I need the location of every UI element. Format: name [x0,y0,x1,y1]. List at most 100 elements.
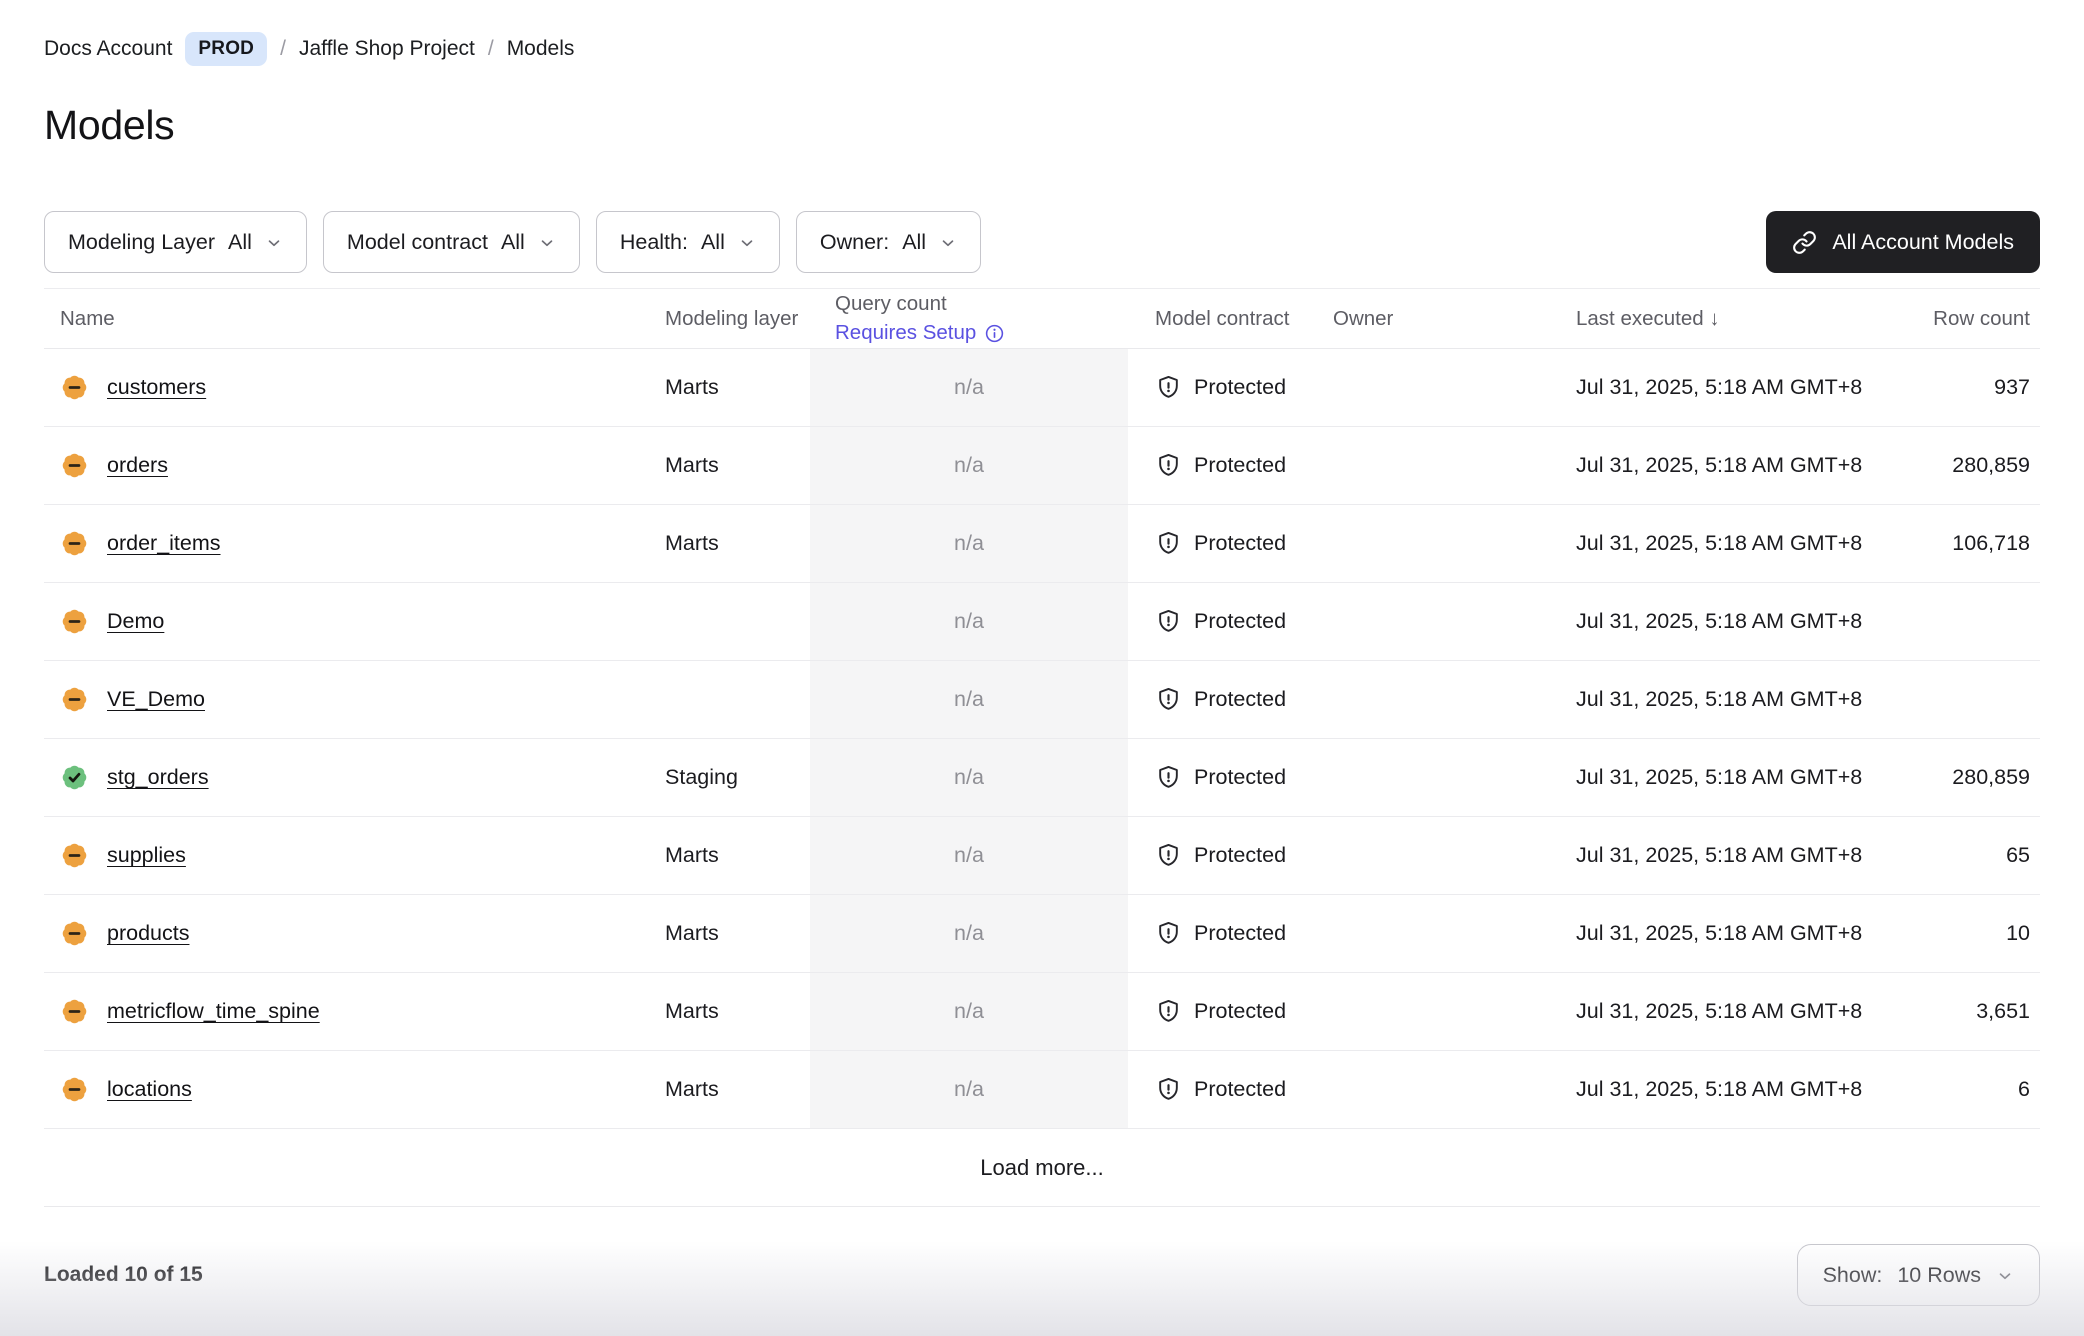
query-count-cell: n/a [810,505,1128,582]
last-executed-cell: Jul 31, 2025, 5:18 AM GMT+8 [1570,817,1890,894]
environment-badge[interactable]: PROD [185,32,267,66]
model-name-link[interactable]: stg_orders [107,765,209,790]
show-value: 10 Rows [1897,1263,1981,1288]
filter-owner[interactable]: Owner: All [796,211,981,273]
shield-icon [1155,920,1182,947]
row-count-cell: 280,859 [1890,427,2040,504]
filter-model-contract[interactable]: Model contract All [323,211,580,273]
model-name-link[interactable]: supplies [107,843,186,868]
last-executed-cell: Jul 31, 2025, 5:18 AM GMT+8 [1570,1051,1890,1128]
filter-health[interactable]: Health: All [596,211,780,273]
filter-value: All [701,230,725,255]
requires-setup-link[interactable]: Requires Setup [835,319,1128,348]
contract-label: Protected [1194,375,1286,400]
modeling-layer-cell [655,583,810,660]
name-cell: products [44,895,655,972]
filter-label: Modeling Layer [68,230,215,255]
table-row: Demo n/a Protected Jul 31, 2025, 5:18 AM… [44,583,2040,661]
header-query-count: Query count Requires Setup [810,290,1128,347]
all-account-models-button[interactable]: All Account Models [1766,211,2040,273]
table-body: customers Marts n/a Protected Jul 31, 20… [44,349,2040,1129]
contract-label: Protected [1194,843,1286,868]
shield-icon [1155,608,1182,635]
contract-label: Protected [1194,999,1286,1024]
models-page: Docs Account PROD / Jaffle Shop Project … [0,0,2084,1336]
health-status-icon [60,841,89,870]
table-footer: Loaded 10 of 15 Show: 10 Rows [44,1207,2040,1336]
breadcrumb-separator: / [488,37,494,61]
name-cell: Demo [44,583,655,660]
query-count-cell: n/a [810,1051,1128,1128]
table-row: VE_Demo n/a Protected Jul 31, 2025, 5:18… [44,661,2040,739]
page-title: Models [44,102,2040,149]
health-status-icon [60,373,89,402]
health-status-icon [60,529,89,558]
header-query-count-label: Query count [835,290,1128,319]
model-contract-cell: Protected [1128,505,1333,582]
filter-value: All [228,230,252,255]
owner-cell [1333,505,1570,582]
model-name-link[interactable]: order_items [107,531,221,556]
name-cell: stg_orders [44,739,655,816]
query-count-cell: n/a [810,427,1128,504]
last-executed-cell: Jul 31, 2025, 5:18 AM GMT+8 [1570,505,1890,582]
load-more-button[interactable]: Load more... [980,1155,1104,1181]
shield-icon [1155,530,1182,557]
chevron-down-icon [265,234,283,252]
last-executed-cell: Jul 31, 2025, 5:18 AM GMT+8 [1570,661,1890,738]
header-name: Name [44,307,655,331]
loaded-count-label: Loaded 10 of 15 [44,1263,203,1287]
model-name-link[interactable]: Demo [107,609,164,634]
query-count-cell: n/a [810,817,1128,894]
name-cell: supplies [44,817,655,894]
filter-value: All [902,230,926,255]
breadcrumb-account[interactable]: Docs Account [44,37,172,61]
model-name-link[interactable]: metricflow_time_spine [107,999,320,1024]
model-name-link[interactable]: products [107,921,189,946]
owner-cell [1333,583,1570,660]
query-count-cell: n/a [810,739,1128,816]
health-status-icon [60,919,89,948]
row-count-cell [1890,583,2040,660]
chevron-down-icon [1996,1267,2014,1285]
model-name-link[interactable]: customers [107,375,206,400]
query-count-cell: n/a [810,349,1128,426]
filter-modeling-layer[interactable]: Modeling Layer All [44,211,307,273]
name-cell: VE_Demo [44,661,655,738]
filter-value: All [501,230,525,255]
breadcrumb: Docs Account PROD / Jaffle Shop Project … [44,32,2040,66]
modeling-layer-cell: Marts [655,505,810,582]
chevron-down-icon [939,234,957,252]
health-status-icon [60,607,89,636]
model-name-link[interactable]: orders [107,453,168,478]
show-label: Show: [1823,1263,1883,1288]
modeling-layer-cell: Marts [655,427,810,504]
show-rows-select[interactable]: Show: 10 Rows [1797,1244,2040,1306]
breadcrumb-project[interactable]: Jaffle Shop Project [299,37,475,61]
model-name-link[interactable]: locations [107,1077,192,1102]
breadcrumb-current: Models [507,37,575,61]
contract-label: Protected [1194,609,1286,634]
contract-label: Protected [1194,531,1286,556]
query-count-cell: n/a [810,583,1128,660]
model-contract-cell: Protected [1128,817,1333,894]
sort-descending-icon: ↓ [1709,307,1719,330]
last-executed-cell: Jul 31, 2025, 5:18 AM GMT+8 [1570,583,1890,660]
query-count-cell: n/a [810,661,1128,738]
shield-icon [1155,998,1182,1025]
shield-icon [1155,764,1182,791]
filter-label: Model contract [347,230,488,255]
table-row: order_items Marts n/a Protected Jul 31, … [44,505,2040,583]
table-row: customers Marts n/a Protected Jul 31, 20… [44,349,2040,427]
model-contract-cell: Protected [1128,349,1333,426]
table-row: metricflow_time_spine Marts n/a Protecte… [44,973,2040,1051]
modeling-layer-cell: Staging [655,739,810,816]
last-executed-cell: Jul 31, 2025, 5:18 AM GMT+8 [1570,973,1890,1050]
header-last-executed[interactable]: Last executed ↓ [1570,307,1890,331]
modeling-layer-cell [655,661,810,738]
model-contract-cell: Protected [1128,583,1333,660]
shield-icon [1155,686,1182,713]
owner-cell [1333,739,1570,816]
model-name-link[interactable]: VE_Demo [107,687,205,712]
table-row: locations Marts n/a Protected Jul 31, 20… [44,1051,2040,1129]
